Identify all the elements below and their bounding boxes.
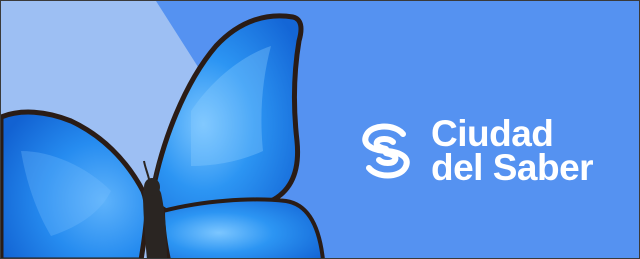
- butterfly-right-hindwing: [161, 197, 325, 258]
- ciudad-del-saber-logo-icon: [362, 123, 410, 179]
- brand-line-1: Ciudad: [431, 113, 554, 154]
- brand-wordmark: Ciudad del Saber: [431, 113, 594, 188]
- brand-lockup[interactable]: Ciudad del Saber: [351, 111, 594, 191]
- butterfly-head: [144, 178, 160, 196]
- brand-line-2: del Saber: [431, 147, 594, 188]
- hero-banner: Ciudad del Saber: [0, 0, 640, 259]
